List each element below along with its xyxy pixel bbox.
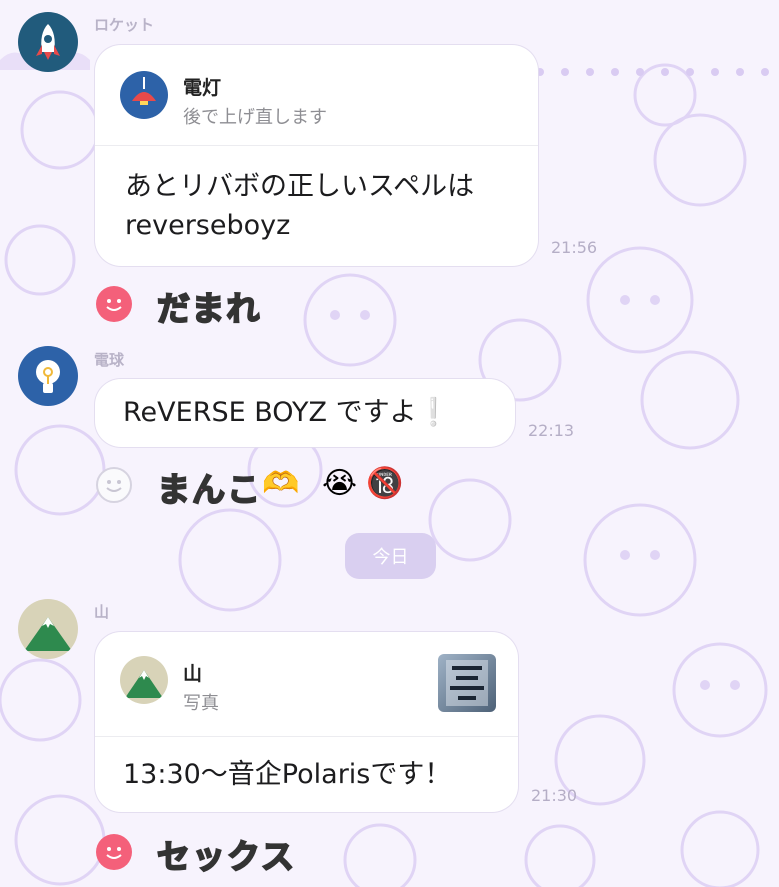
reply-avatar: [120, 71, 168, 119]
smile-icon: [106, 480, 122, 492]
photo-thumbnail[interactable]: [438, 654, 496, 712]
crying-emoji: 😭: [322, 466, 358, 501]
message-time: 22:13: [528, 421, 575, 440]
reply-preview[interactable]: 山 写真: [95, 632, 518, 737]
message-bubble[interactable]: 山 写真 13:30～音企Polarisです！: [95, 632, 518, 812]
sender-name: 山: [94, 603, 110, 621]
reply-preview[interactable]: 電灯 後で上げ直します: [95, 45, 538, 146]
reply-subtitle: 写真: [183, 693, 219, 714]
reaction-sticker-text: セックス: [156, 836, 297, 877]
reaction-button[interactable]: [96, 467, 132, 503]
mountain-icon: [24, 617, 72, 651]
avatar-lightbulb[interactable]: [18, 346, 78, 406]
smile-icon: [106, 847, 122, 859]
no-under-18-emoji: 🔞: [366, 466, 404, 501]
sender-name: 電球: [94, 351, 125, 369]
mountain-icon: [125, 670, 163, 698]
message-time: 21:56: [551, 238, 598, 257]
reaction-button[interactable]: [96, 286, 132, 322]
exclamation-emoji: ❕: [416, 397, 451, 428]
heart-hands-emoji: 🫶: [262, 466, 300, 501]
avatar-rocket[interactable]: [18, 12, 78, 72]
message-time: 21:30: [531, 786, 578, 805]
message-text-line2: reverseboyz: [125, 210, 291, 241]
sender-name: ロケット: [94, 16, 155, 34]
message-text: 13:30～音企Polarisです！: [123, 759, 452, 790]
lightbulb-icon: [36, 360, 60, 393]
lamp-icon: [132, 77, 156, 105]
photo-icon: [446, 660, 488, 706]
reaction-sticker-text: だまれ: [156, 288, 262, 329]
date-separator: 今日: [345, 533, 436, 579]
reply-sender: 電灯: [183, 77, 222, 99]
reply-sender: 山: [183, 663, 203, 685]
message-text: ReVERSE BOYZ ですよ❕: [123, 394, 450, 432]
message-text-line1: あとリバボの正しいスペルは: [125, 171, 475, 202]
reply-avatar: [120, 656, 168, 704]
reaction-sticker-text: まんこ: [156, 469, 262, 510]
message-bubble[interactable]: 電灯 後で上げ直します あとリバボの正しいスペルは reverseboyz: [95, 45, 538, 266]
rocket-icon: [36, 24, 60, 60]
message-bubble[interactable]: ReVERSE BOYZ ですよ❕: [95, 379, 515, 447]
avatar-mountain[interactable]: [18, 599, 78, 659]
smile-icon: [106, 299, 122, 311]
reply-subtitle: 後で上げ直します: [183, 107, 327, 128]
reaction-button[interactable]: [96, 834, 132, 870]
message-text-main: ReVERSE BOYZ ですよ: [123, 397, 417, 428]
